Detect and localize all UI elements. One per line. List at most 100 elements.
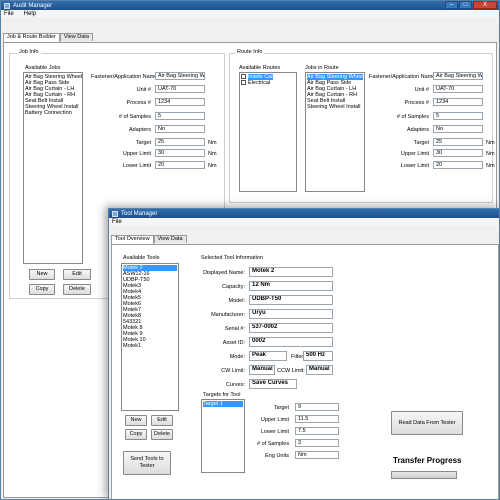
tab-view-data[interactable]: View Data [153,235,187,243]
route-target-label: Target [413,140,429,146]
route-adapters-label: Adapters [406,127,429,133]
filter-field[interactable]: 500 Hz [303,351,333,361]
asset-id-label: Asset ID: [222,340,245,346]
edit-job-button[interactable]: Edit [63,269,91,280]
checkbox[interactable] [241,80,246,86]
eng-units-field[interactable]: Nm [295,451,339,459]
targets-list[interactable]: Target 1 [201,399,245,473]
audit-menu-bar: File Help [1,10,499,18]
list-item[interactable]: Battery Connection [25,110,81,116]
targets-label: Targets for Tool [203,392,241,398]
list-item[interactable]: Target 1 [203,401,243,407]
new-tool-button[interactable]: New [125,415,147,426]
send-tools-button[interactable]: Send Tools to Tester [123,451,171,475]
upper-limit-field[interactable]: 30 [155,149,205,157]
maximize-button[interactable]: □ [459,1,472,9]
adapters-label: Adapters [128,127,151,133]
samples-field[interactable]: 5 [155,112,205,120]
cw-limit-field[interactable]: Manual [249,365,275,375]
mode-label: Mode: [229,354,245,360]
tool-lower-limit-label: Lower Limit [260,429,289,435]
route-unit-field[interactable]: UAT-70 [433,85,483,93]
delete-tool-button[interactable]: Delete [151,429,173,440]
lower-limit-field[interactable]: 20 [155,161,205,169]
transfer-progress-bar [391,471,457,479]
tab-tool-overview[interactable]: Tool Overview [111,235,154,244]
edit-tool-button[interactable]: Edit [151,415,173,426]
tool-title-bar[interactable]: Tool Manager [109,209,499,218]
target-field[interactable]: 25 [155,138,205,146]
list-item[interactable]: Steering Wheel Install [307,104,363,110]
serial-field[interactable]: 537-0002 [249,323,333,333]
available-jobs-label: Available Jobs [25,65,61,71]
process-field[interactable]: 1234 [155,98,205,106]
audit-title-bar[interactable]: Audit Manager [1,1,499,10]
app-icon [4,2,10,9]
list-item[interactable]: Motek1 [123,343,177,349]
jobs-in-route-list[interactable]: Air Bag Steering Wheel Air Bag Pass Side… [305,72,365,192]
capacity-label: Capacity: [222,284,245,290]
manufacturer-field[interactable]: Uryu [249,309,333,319]
serial-label: Serial #: [224,326,245,332]
tool-target-label: Target [273,405,289,411]
filter-label: Filter [291,354,304,360]
fastener-label: Fastener/Application Name [91,74,158,80]
app-icon [112,210,118,217]
route-upper-limit-label: Upper Limit [400,151,429,157]
route-target-unit: Nm [486,140,495,146]
available-tools-list[interactable]: Motek 2 ASW12-16 UDBP-T50 Motek3 Motek4 … [121,263,179,411]
route-process-field[interactable]: 1234 [433,98,483,106]
transfer-progress-label: Transfer Progress [393,456,462,465]
model-label: Model: [228,298,245,304]
route-lower-limit-label: Lower Limit [400,163,429,169]
mode-field[interactable]: Peak [249,351,287,361]
route-unit-label: Unit # [414,87,429,93]
tab-job-route-builder[interactable]: Job & Route Builder [3,33,60,42]
display-name-field[interactable]: Motek 2 [249,267,333,277]
lower-limit-unit: Nm [208,163,217,169]
capacity-field[interactable]: 12 Nm [249,281,333,291]
target-unit: Nm [208,140,217,146]
minimize-button[interactable]: – [445,1,458,9]
adapters-field[interactable]: No [155,125,205,133]
route-samples-label: # of Samples [396,114,429,120]
list-item[interactable]: Electrical [241,80,295,86]
route-samples-field[interactable]: 5 [433,112,483,120]
available-jobs-list[interactable]: Air Bag Steering Wheel Air Bag Pass Side… [23,72,83,264]
copy-job-button[interactable]: Copy [29,284,55,295]
tool-samples-field[interactable]: 3 [295,439,339,447]
menu-help[interactable]: Help [24,11,36,17]
route-adapters-field[interactable]: No [433,125,483,133]
model-field[interactable]: UDBP-T50 [249,295,333,305]
menu-file[interactable]: File [112,219,122,225]
tool-tabs: Tool Overview View Data [111,235,187,244]
available-routes-list[interactable]: Inside Car Electrical [239,72,297,192]
route-fastener-field[interactable]: Air Bag Steering Wh [433,72,483,80]
audit-window-controls: – □ X [445,1,497,9]
asset-id-field[interactable]: 0002 [249,337,333,347]
tab-view-data[interactable]: View Data [59,33,93,41]
new-job-button[interactable]: New [29,269,55,280]
unit-label: Unit # [136,87,151,93]
tool-target-field[interactable]: 9 [295,403,339,411]
tool-window-title: Tool Manager [121,210,158,217]
tool-lower-limit-field[interactable]: 7.5 [295,427,339,435]
tool-upper-limit-field[interactable]: 11.5 [295,415,339,423]
eng-units-label: Eng Units [265,453,289,459]
route-lower-limit-field[interactable]: 20 [433,161,483,169]
copy-tool-button[interactable]: Copy [125,429,147,440]
close-button[interactable]: X [473,1,497,9]
delete-job-button[interactable]: Delete [63,284,91,295]
read-data-button[interactable]: Read Data From Tester [391,411,463,435]
route-target-field[interactable]: 25 [433,138,483,146]
fastener-field[interactable]: Air Bag Steering Wh [155,72,205,80]
lower-limit-label: Lower Limit [122,163,151,169]
jobs-in-route-label: Jobs in Route [305,65,339,71]
menu-file[interactable]: File [4,11,14,17]
manufacturer-label: Manufacturer: [211,312,245,318]
route-upper-limit-field[interactable]: 30 [433,149,483,157]
curves-field[interactable]: Save Curves [249,379,297,389]
ccw-limit-field[interactable]: Manual [306,365,333,375]
unit-field[interactable]: UAT-70 [155,85,205,93]
checkbox[interactable] [241,74,246,80]
